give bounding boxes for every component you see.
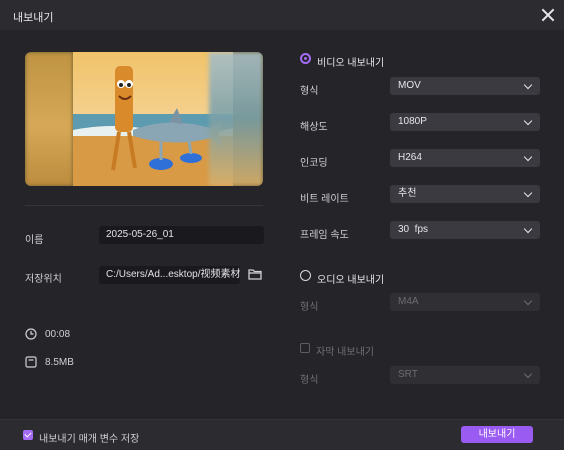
subtitle-export-checkbox[interactable] (300, 343, 310, 353)
name-input[interactable]: 2025-05-26_01 (99, 226, 264, 244)
encoding-select[interactable]: H264 (390, 149, 540, 167)
audio-format-select[interactable]: M4A (390, 293, 540, 311)
encoding-value: H264 (398, 152, 422, 163)
video-preview (25, 52, 263, 186)
video-export-title: 비디오 내보내기 (317, 58, 385, 69)
audio-export-title: 오디오 내보내기 (317, 275, 385, 286)
clock-icon (25, 328, 37, 340)
subtitle-format-value: SRT (398, 369, 418, 380)
chevron-down-icon (523, 80, 533, 90)
close-icon[interactable] (540, 7, 556, 23)
chevron-down-icon (523, 116, 533, 126)
bitrate-label: 비트 레이트 (300, 194, 349, 205)
duration-value: 00:08 (45, 329, 71, 340)
format-label: 형식 (300, 86, 319, 97)
save-location-label: 저장위치 (25, 274, 62, 285)
folder-icon[interactable] (248, 268, 262, 280)
divider (25, 205, 263, 206)
audio-format-label: 형식 (300, 302, 319, 313)
encoding-label: 인코딩 (300, 158, 328, 169)
preview-blur-left (25, 52, 73, 186)
framerate-label: 프레임 속도 (300, 230, 349, 241)
framerate-select[interactable]: 30 fps (390, 221, 540, 239)
audio-export-radio[interactable] (300, 270, 311, 281)
name-label: 이름 (25, 235, 44, 246)
file-size-icon (25, 356, 37, 368)
format-select[interactable]: MOV (390, 77, 540, 95)
save-params-label: 내보내기 매개 변수 저장 (39, 434, 140, 445)
chevron-down-icon (523, 296, 533, 306)
title-bar: 내보내기 (0, 0, 564, 30)
chevron-down-icon (523, 152, 533, 162)
chevron-down-icon (523, 369, 533, 379)
bitrate-select[interactable]: 추천 (390, 185, 540, 203)
save-path-field[interactable]: C:/Users/Ad...esktop/视频素材 (99, 266, 240, 284)
export-button[interactable]: 내보내기 (461, 426, 533, 443)
resolution-label: 해상도 (300, 122, 328, 133)
video-export-radio[interactable] (300, 53, 311, 64)
subtitle-export-label: 자막 내보내기 (316, 347, 374, 358)
subtitle-format-select[interactable]: SRT (390, 366, 540, 384)
format-value: MOV (398, 80, 421, 91)
resolution-value: 1080P (398, 116, 427, 127)
chevron-down-icon (523, 224, 533, 234)
chevron-down-icon (523, 188, 533, 198)
bitrate-value: 추천 (398, 188, 417, 199)
window-title: 내보내기 (13, 12, 54, 24)
audio-format-value: M4A (398, 296, 419, 307)
resolution-select[interactable]: 1080P (390, 113, 540, 131)
file-size-value: 8.5MB (45, 357, 74, 368)
preview-blur-right (209, 52, 263, 186)
framerate-value: 30 fps (398, 224, 429, 235)
subtitle-format-label: 형식 (300, 375, 319, 386)
save-params-checkbox[interactable] (23, 430, 33, 440)
